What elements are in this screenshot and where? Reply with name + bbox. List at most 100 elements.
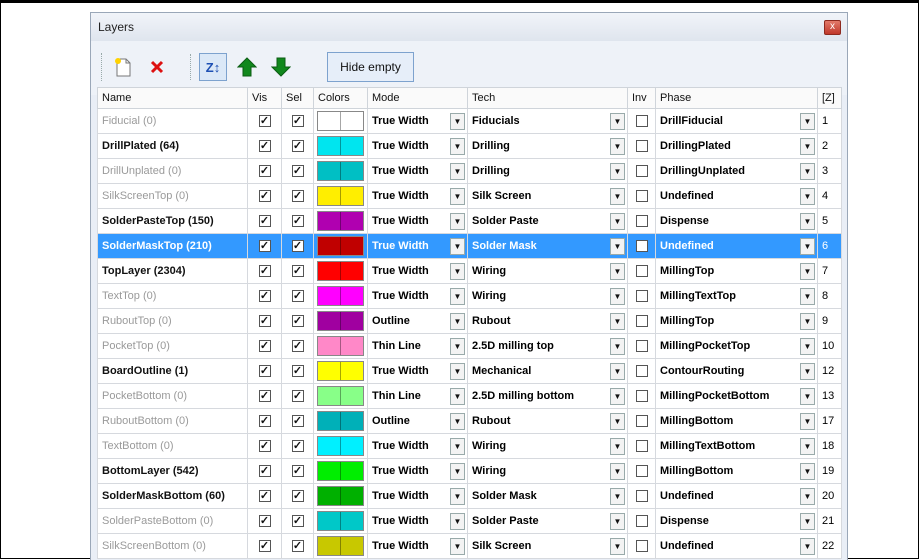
chevron-down-icon[interactable]: ▼ xyxy=(450,163,465,180)
phase-dropdown[interactable]: Dispense ▼ xyxy=(657,510,817,532)
color-swatch[interactable] xyxy=(317,411,364,431)
inv-checkbox[interactable] xyxy=(635,415,648,427)
inv-cell[interactable] xyxy=(627,483,656,509)
colors-cell[interactable] xyxy=(313,483,368,509)
chevron-down-icon[interactable]: ▼ xyxy=(800,263,815,280)
sel-checkbox[interactable]: ✓ xyxy=(291,515,304,527)
color-swatch[interactable] xyxy=(317,236,364,256)
sel-checkbox[interactable]: ✓ xyxy=(291,140,304,152)
phase-dropdown[interactable]: Undefined ▼ xyxy=(657,485,817,507)
tech-dropdown[interactable]: Mechanical ▼ xyxy=(469,360,627,382)
vis-checkbox[interactable]: ✓ xyxy=(258,140,271,152)
vis-checkbox[interactable]: ✓ xyxy=(258,265,271,277)
phase-cell[interactable]: DrillFiducial ▼ xyxy=(655,108,818,134)
vis-cell[interactable]: ✓ xyxy=(247,233,282,259)
vis-checkbox[interactable]: ✓ xyxy=(258,215,271,227)
color-swatch[interactable] xyxy=(317,436,364,456)
chevron-down-icon[interactable]: ▼ xyxy=(610,513,625,530)
tech-cell[interactable]: Silk Screen ▼ xyxy=(467,183,628,209)
chevron-down-icon[interactable]: ▼ xyxy=(450,363,465,380)
phase-dropdown[interactable]: MillingBottom ▼ xyxy=(657,410,817,432)
tech-cell[interactable]: 2.5D milling top ▼ xyxy=(467,333,628,359)
color-swatch[interactable] xyxy=(317,361,364,381)
chevron-down-icon[interactable]: ▼ xyxy=(800,363,815,380)
phase-cell[interactable]: MillingPocketTop ▼ xyxy=(655,333,818,359)
table-row[interactable]: BottomLayer (542) ✓ ✓ True Width ▼ Wiring ▼ Mil… xyxy=(97,458,842,484)
mode-dropdown[interactable]: True Width ▼ xyxy=(369,360,467,382)
chevron-down-icon[interactable]: ▼ xyxy=(610,163,625,180)
vis-cell[interactable]: ✓ xyxy=(247,533,282,559)
inv-cell[interactable] xyxy=(627,433,656,459)
mode-dropdown[interactable]: Thin Line ▼ xyxy=(369,385,467,407)
chevron-down-icon[interactable]: ▼ xyxy=(450,313,465,330)
layer-name-cell[interactable]: SolderPasteTop (150) xyxy=(97,208,248,234)
tech-cell[interactable]: Solder Mask ▼ xyxy=(467,483,628,509)
mode-dropdown[interactable]: True Width ▼ xyxy=(369,160,467,182)
table-row[interactable]: RuboutBottom (0) ✓ ✓ Outline ▼ Rubout ▼ Milling… xyxy=(97,408,842,434)
mode-dropdown[interactable]: True Width ▼ xyxy=(369,210,467,232)
layer-name-cell[interactable]: RuboutTop (0) xyxy=(97,308,248,334)
chevron-down-icon[interactable]: ▼ xyxy=(450,188,465,205)
move-down-button[interactable] xyxy=(267,53,295,81)
col-tech-header[interactable]: Tech xyxy=(467,87,628,109)
vis-checkbox[interactable]: ✓ xyxy=(258,490,271,502)
mode-dropdown[interactable]: True Width ▼ xyxy=(369,260,467,282)
color-swatch[interactable] xyxy=(317,336,364,356)
color-swatch[interactable] xyxy=(317,161,364,181)
mode-dropdown[interactable]: True Width ▼ xyxy=(369,460,467,482)
vis-checkbox[interactable]: ✓ xyxy=(258,240,271,252)
mode-cell[interactable]: Thin Line ▼ xyxy=(367,383,468,409)
sel-cell[interactable]: ✓ xyxy=(281,258,314,284)
vis-cell[interactable]: ✓ xyxy=(247,183,282,209)
vis-checkbox[interactable]: ✓ xyxy=(258,365,271,377)
phase-cell[interactable]: MillingTextBottom ▼ xyxy=(655,433,818,459)
mode-cell[interactable]: Outline ▼ xyxy=(367,308,468,334)
chevron-down-icon[interactable]: ▼ xyxy=(610,113,625,130)
vis-checkbox[interactable]: ✓ xyxy=(258,415,271,427)
phase-cell[interactable]: Undefined ▼ xyxy=(655,483,818,509)
chevron-down-icon[interactable]: ▼ xyxy=(800,138,815,155)
mode-dropdown[interactable]: True Width ▼ xyxy=(369,110,467,132)
table-row[interactable]: DrillPlated (64) ✓ ✓ True Width ▼ Drilling ▼ Dr… xyxy=(97,133,842,159)
tech-cell[interactable]: Silk Screen ▼ xyxy=(467,533,628,559)
tech-cell[interactable]: Wiring ▼ xyxy=(467,258,628,284)
tech-dropdown[interactable]: 2.5D milling top ▼ xyxy=(469,335,627,357)
sel-checkbox[interactable]: ✓ xyxy=(291,265,304,277)
tech-cell[interactable]: Solder Paste ▼ xyxy=(467,508,628,534)
color-swatch[interactable] xyxy=(317,486,364,506)
vis-cell[interactable]: ✓ xyxy=(247,283,282,309)
colors-cell[interactable] xyxy=(313,183,368,209)
tech-dropdown[interactable]: Wiring ▼ xyxy=(469,260,627,282)
mode-cell[interactable]: True Width ▼ xyxy=(367,458,468,484)
chevron-down-icon[interactable]: ▼ xyxy=(450,113,465,130)
col-colors-header[interactable]: Colors xyxy=(313,87,368,109)
inv-checkbox[interactable] xyxy=(635,365,648,377)
layer-name-cell[interactable]: SolderMaskTop (210) xyxy=(97,233,248,259)
chevron-down-icon[interactable]: ▼ xyxy=(610,213,625,230)
sel-cell[interactable]: ✓ xyxy=(281,108,314,134)
tech-dropdown[interactable]: Wiring ▼ xyxy=(469,285,627,307)
vis-cell[interactable]: ✓ xyxy=(247,308,282,334)
chevron-down-icon[interactable]: ▼ xyxy=(450,138,465,155)
colors-cell[interactable] xyxy=(313,383,368,409)
col-sel-header[interactable]: Sel xyxy=(281,87,314,109)
layer-name-cell[interactable]: Fiducial (0) xyxy=(97,108,248,134)
tech-dropdown[interactable]: Fiducials ▼ xyxy=(469,110,627,132)
sel-cell[interactable]: ✓ xyxy=(281,383,314,409)
sort-z-button[interactable]: Z↕ xyxy=(199,53,227,81)
sel-checkbox[interactable]: ✓ xyxy=(291,240,304,252)
chevron-down-icon[interactable]: ▼ xyxy=(800,213,815,230)
chevron-down-icon[interactable]: ▼ xyxy=(800,463,815,480)
vis-cell[interactable]: ✓ xyxy=(247,108,282,134)
chevron-down-icon[interactable]: ▼ xyxy=(800,438,815,455)
sel-checkbox[interactable]: ✓ xyxy=(291,390,304,402)
vis-checkbox[interactable]: ✓ xyxy=(258,165,271,177)
chevron-down-icon[interactable]: ▼ xyxy=(610,238,625,255)
phase-dropdown[interactable]: Undefined ▼ xyxy=(657,235,817,257)
sel-checkbox[interactable]: ✓ xyxy=(291,415,304,427)
chevron-down-icon[interactable]: ▼ xyxy=(610,288,625,305)
chevron-down-icon[interactable]: ▼ xyxy=(450,238,465,255)
colors-cell[interactable] xyxy=(313,158,368,184)
layer-name-cell[interactable]: DrillPlated (64) xyxy=(97,133,248,159)
sel-cell[interactable]: ✓ xyxy=(281,283,314,309)
